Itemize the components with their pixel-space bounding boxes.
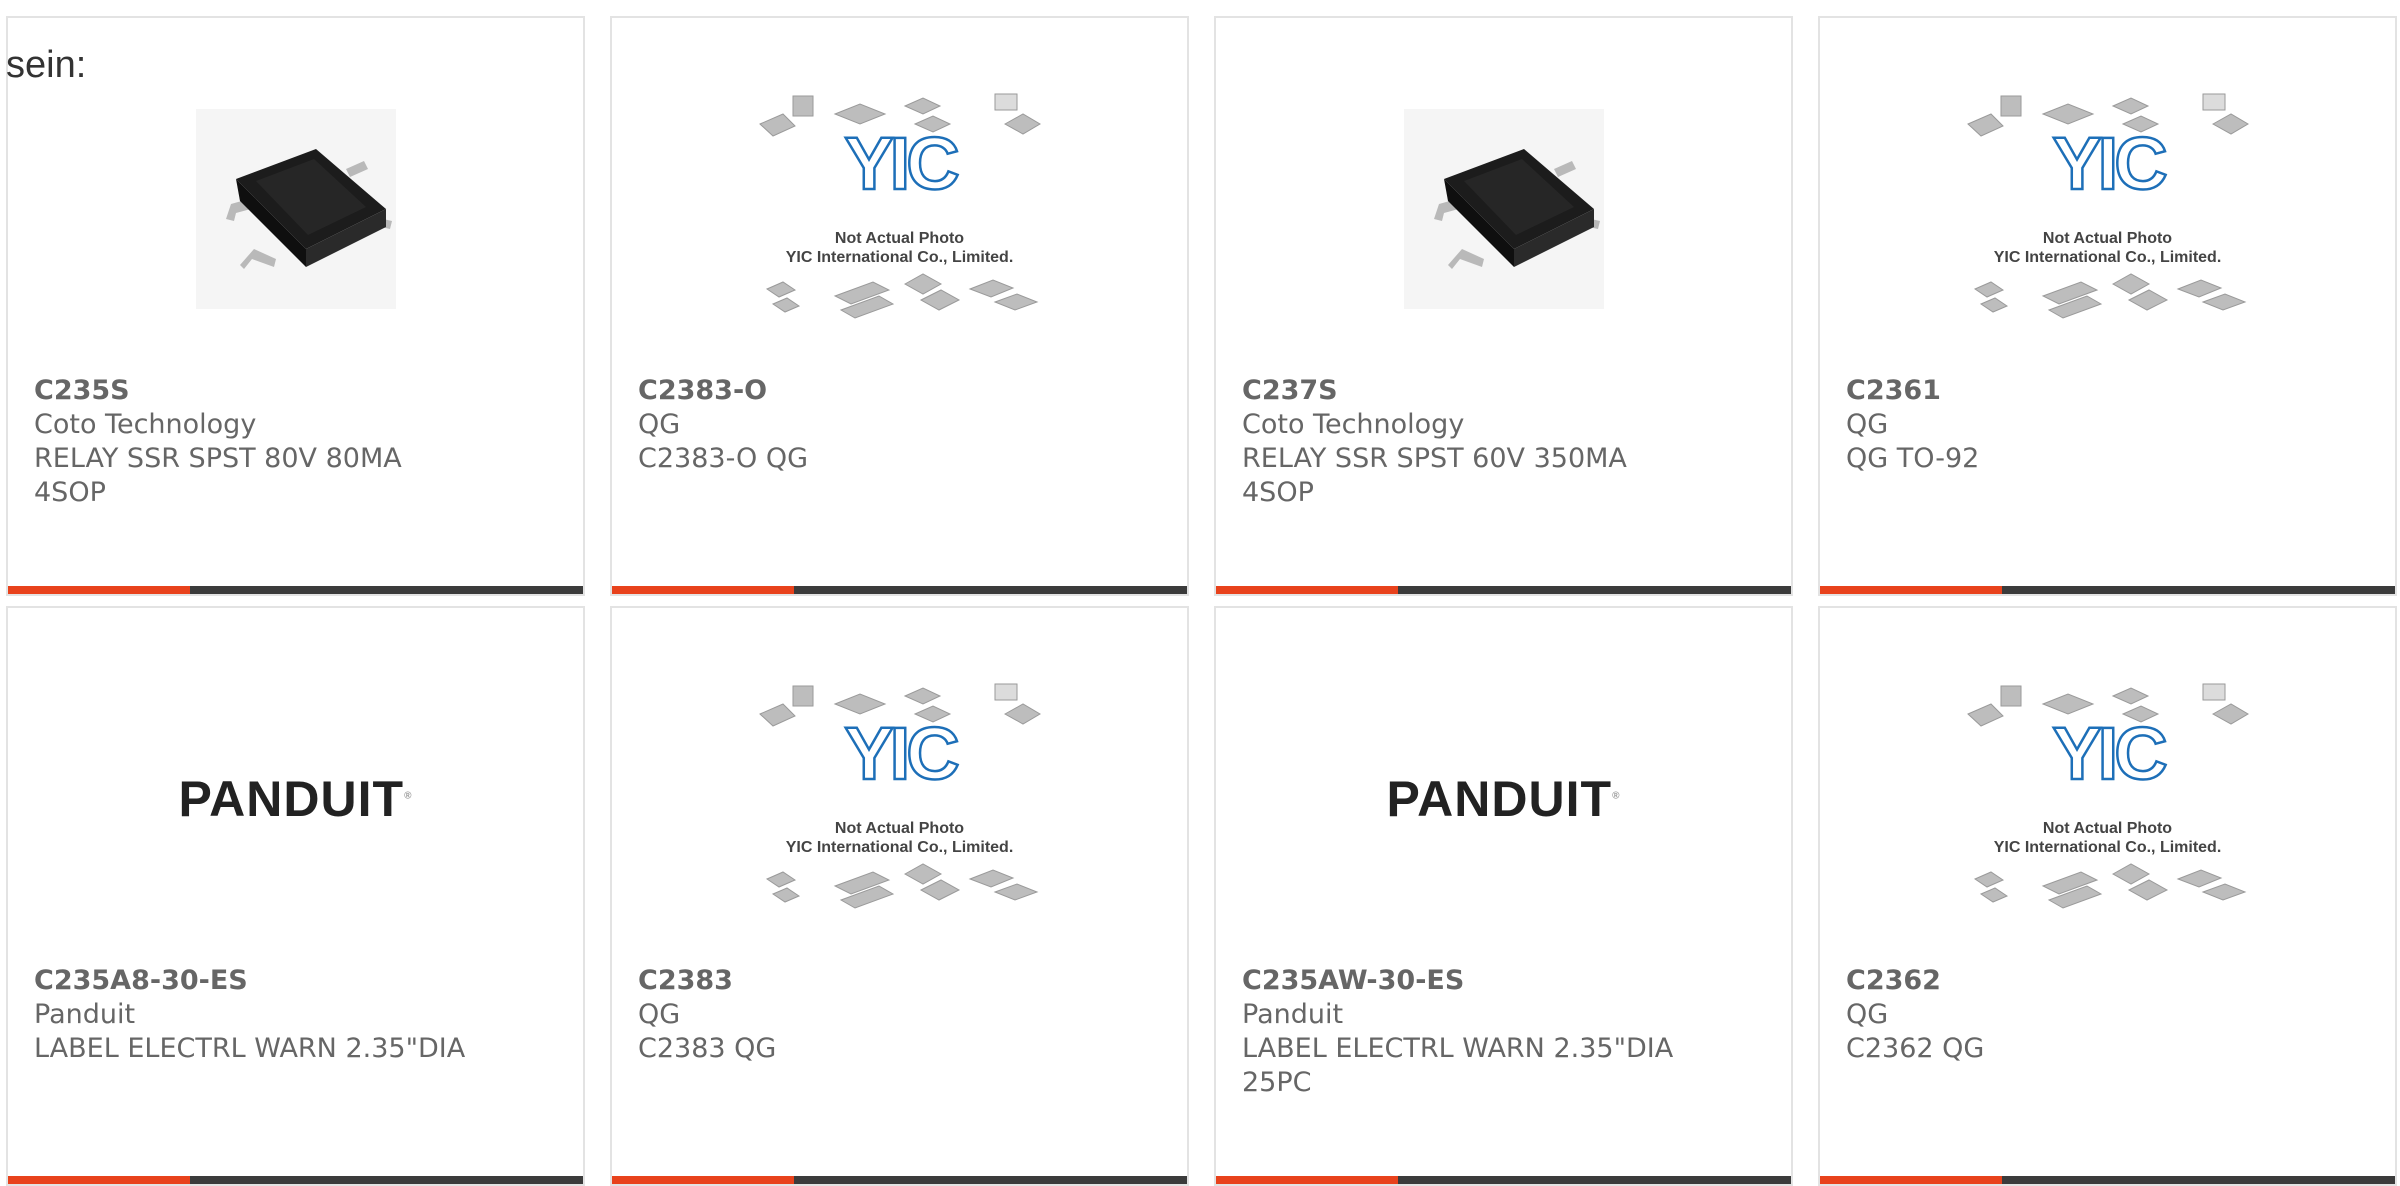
card-accent-bar	[1216, 1176, 1398, 1184]
product-manufacturer: Coto Technology	[34, 409, 257, 440]
not-actual-photo-label: Not Actual Photo	[834, 820, 965, 837]
product-info: C235AW-30-ES Panduit LABEL ELECTRL WARN 2.…	[1242, 964, 1682, 1100]
product-card[interactable]: YIC Not Actual Photo YIC International C…	[610, 16, 1189, 596]
svg-text:YIC: YIC	[844, 122, 958, 205]
yic-company-label: YIC International Co., Limited.	[785, 839, 1014, 856]
product-card[interactable]: C235S Coto Technology RELAY SSR SPST 80V 8…	[6, 16, 585, 596]
product-manufacturer: QG	[1846, 999, 1889, 1030]
product-part-number[interactable]: C2361	[1846, 374, 2286, 408]
card-accent-bar	[1820, 1176, 2002, 1184]
yic-company-label: YIC International Co., Limited.	[785, 249, 1014, 266]
card-bottom-bar	[1820, 1176, 2395, 1184]
product-manufacturer: QG	[1846, 409, 1889, 440]
product-part-number[interactable]: C2383-O	[638, 374, 1078, 408]
product-info: C235A8-30-ES Panduit LABEL ELECTRL WARN 2.…	[34, 964, 474, 1066]
card-bottom-bar	[1216, 586, 1791, 594]
product-image[interactable]: YIC Not Actual Photo YIC International C…	[612, 674, 1187, 924]
product-info: C2361 QG QG TO-92	[1846, 374, 2286, 476]
product-description: LABEL ELECTRL WARN 2.35"DIA 25PC	[1242, 1033, 1674, 1098]
card-accent-bar	[612, 586, 794, 594]
not-actual-photo-image: YIC Not Actual Photo YIC International C…	[755, 674, 1045, 924]
card-accent-bar	[612, 1176, 794, 1184]
product-part-number[interactable]: C2383	[638, 964, 1078, 998]
yic-company-label: YIC International Co., Limited.	[1993, 839, 2222, 856]
card-accent-bar	[8, 1176, 190, 1184]
product-image[interactable]: YIC Not Actual Photo YIC International C…	[1820, 84, 2395, 334]
product-description: C2362 QG	[1846, 1033, 1985, 1064]
product-description: QG TO-92	[1846, 443, 1980, 474]
not-actual-photo-image: YIC Not Actual Photo YIC International C…	[1963, 674, 2253, 924]
product-image[interactable]: PANDUIT®	[8, 674, 583, 924]
product-info: C2383 QG C2383 QG	[638, 964, 1078, 1066]
product-part-number[interactable]: C235A8-30-ES	[34, 964, 474, 998]
product-card[interactable]: PANDUIT® C235A8-30-ES Panduit LABEL ELECTR…	[6, 606, 585, 1186]
product-info: C2383-O QG C2383-O QG	[638, 374, 1078, 476]
card-accent-bar	[1216, 586, 1398, 594]
product-part-number[interactable]: C235AW-30-ES	[1242, 964, 1682, 998]
product-info: C2362 QG C2362 QG	[1846, 964, 2286, 1066]
card-accent-bar	[1820, 586, 2002, 594]
not-actual-photo-label: Not Actual Photo	[2042, 230, 2173, 247]
product-image[interactable]: PANDUIT®	[1216, 674, 1791, 924]
svg-text:YIC: YIC	[2052, 712, 2166, 795]
card-bottom-bar	[612, 586, 1187, 594]
yic-company-label: YIC International Co., Limited.	[1993, 249, 2222, 266]
product-image[interactable]: YIC Not Actual Photo YIC International C…	[612, 84, 1187, 334]
product-description: RELAY SSR SPST 80V 80MA 4SOP	[34, 443, 402, 508]
card-bottom-bar	[8, 586, 583, 594]
product-image[interactable]: YIC Not Actual Photo YIC International C…	[1820, 674, 2395, 924]
product-part-number[interactable]: C237S	[1242, 374, 1682, 408]
product-info: C235S Coto Technology RELAY SSR SPST 80V 8…	[34, 374, 474, 510]
not-actual-photo-label: Not Actual Photo	[2042, 820, 2173, 837]
product-image[interactable]	[1216, 84, 1791, 334]
product-card[interactable]: YIC Not Actual Photo YIC International C…	[1818, 16, 2397, 596]
card-accent-bar	[8, 586, 190, 594]
panduit-logo: PANDUIT®	[178, 771, 413, 827]
product-description: C2383 QG	[638, 1033, 777, 1064]
product-image[interactable]	[8, 84, 583, 334]
product-info: C237S Coto Technology RELAY SSR SPST 60V 3…	[1242, 374, 1682, 510]
card-bottom-bar	[8, 1176, 583, 1184]
relay-chip-image	[1403, 109, 1604, 309]
card-bottom-bar	[612, 1176, 1187, 1184]
product-manufacturer: QG	[638, 409, 681, 440]
lead-text: sein:	[6, 44, 87, 86]
not-actual-photo-image: YIC Not Actual Photo YIC International C…	[1963, 84, 2253, 334]
product-description: LABEL ELECTRL WARN 2.35"DIA	[34, 1033, 466, 1064]
product-card[interactable]: YIC Not Actual Photo YIC International C…	[1818, 606, 2397, 1186]
card-bottom-bar	[1820, 586, 2395, 594]
product-manufacturer: Panduit	[1242, 999, 1344, 1030]
product-manufacturer: QG	[638, 999, 681, 1030]
svg-text:YIC: YIC	[2052, 122, 2166, 205]
card-bottom-bar	[1216, 1176, 1791, 1184]
product-manufacturer: Coto Technology	[1242, 409, 1465, 440]
panduit-logo: PANDUIT®	[1386, 771, 1621, 827]
product-description: RELAY SSR SPST 60V 350MA 4SOP	[1242, 443, 1627, 508]
product-description: C2383-O QG	[638, 443, 809, 474]
relay-chip-image	[195, 109, 396, 309]
product-card[interactable]: C237S Coto Technology RELAY SSR SPST 60V 3…	[1214, 16, 1793, 596]
product-card[interactable]: PANDUIT® C235AW-30-ES Panduit LABEL ELECTR…	[1214, 606, 1793, 1186]
product-manufacturer: Panduit	[34, 999, 136, 1030]
not-actual-photo-image: YIC Not Actual Photo YIC International C…	[755, 84, 1045, 334]
svg-text:YIC: YIC	[844, 712, 958, 795]
product-card[interactable]: YIC Not Actual Photo YIC International C…	[610, 606, 1189, 1186]
product-part-number[interactable]: C2362	[1846, 964, 2286, 998]
not-actual-photo-label: Not Actual Photo	[834, 230, 965, 247]
product-part-number[interactable]: C235S	[34, 374, 474, 408]
